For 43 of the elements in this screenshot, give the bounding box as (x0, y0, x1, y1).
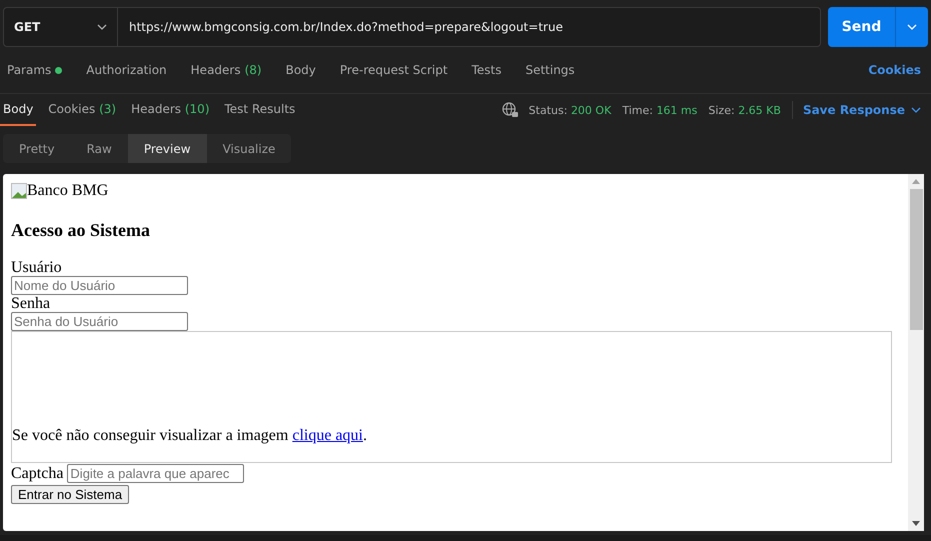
save-response-button[interactable]: Save Response (802, 103, 927, 117)
globe-lock-icon (502, 102, 519, 118)
scroll-down-icon[interactable] (912, 521, 920, 526)
url-field[interactable]: https://www.bmgconsig.com.br/Index.do?method=prepare&logout=true (118, 7, 821, 47)
captcha-note: Se você não conseguir visualizar a imagem clique aqui. (12, 427, 367, 445)
submit-button[interactable]: Entrar no Sistema (11, 485, 130, 504)
page-heading: Acesso ao Sistema (11, 220, 151, 241)
view-mode-tab[interactable]: Visualize (206, 134, 292, 163)
input-field[interactable]: Senha do Usuário (11, 312, 188, 331)
caret-icon (97, 24, 107, 30)
input-field[interactable]: Nome do Usuário (11, 276, 188, 295)
caret-icon (907, 24, 917, 30)
field-label: Senha (11, 295, 52, 312)
request-tab[interactable]: Tests (468, 63, 514, 77)
image-alt-text: Banco BMG (27, 182, 108, 200)
scroll-up-icon[interactable] (912, 179, 920, 184)
field-label: Captcha (11, 464, 64, 482)
request-tab[interactable]: Body (282, 63, 328, 77)
method-dropdown[interactable]: GET (3, 7, 118, 47)
view-mode-tab[interactable]: Pretty (3, 134, 71, 163)
request-tab[interactable]: Settings (521, 63, 587, 77)
request-tab[interactable]: Headers (8) (186, 63, 274, 77)
caret-icon (911, 107, 921, 113)
link[interactable]: clique aqui (292, 427, 363, 444)
send-options-button[interactable] (895, 7, 928, 47)
request-tab[interactable]: Pre-request Script (336, 63, 460, 77)
captcha-field[interactable]: Digite a palavra que aparec (67, 464, 244, 483)
broken-image-icon (11, 183, 27, 199)
response-meta: Status: 200 OK (528, 104, 612, 116)
request-tab[interactable]: Authorization (82, 63, 179, 77)
response-meta: Size: 2.65 KB (708, 104, 781, 116)
request-tab[interactable]: Params (3, 63, 74, 77)
response-tab[interactable]: Body (0, 94, 36, 126)
field-label: Usuário (11, 259, 63, 276)
view-mode-tab[interactable]: Raw (70, 134, 128, 163)
send-button[interactable]: Send (828, 7, 895, 47)
scrollbar[interactable] (908, 174, 924, 531)
response-meta: Time: 161 ms (622, 104, 698, 116)
view-mode-tab[interactable]: Preview (128, 134, 207, 163)
cookies-link[interactable]: Cookies (862, 62, 927, 78)
response-tab[interactable]: Headers (10) (128, 94, 212, 126)
response-tab[interactable]: Test Results (222, 94, 298, 126)
response-tab[interactable]: Cookies (3) (45, 94, 120, 126)
